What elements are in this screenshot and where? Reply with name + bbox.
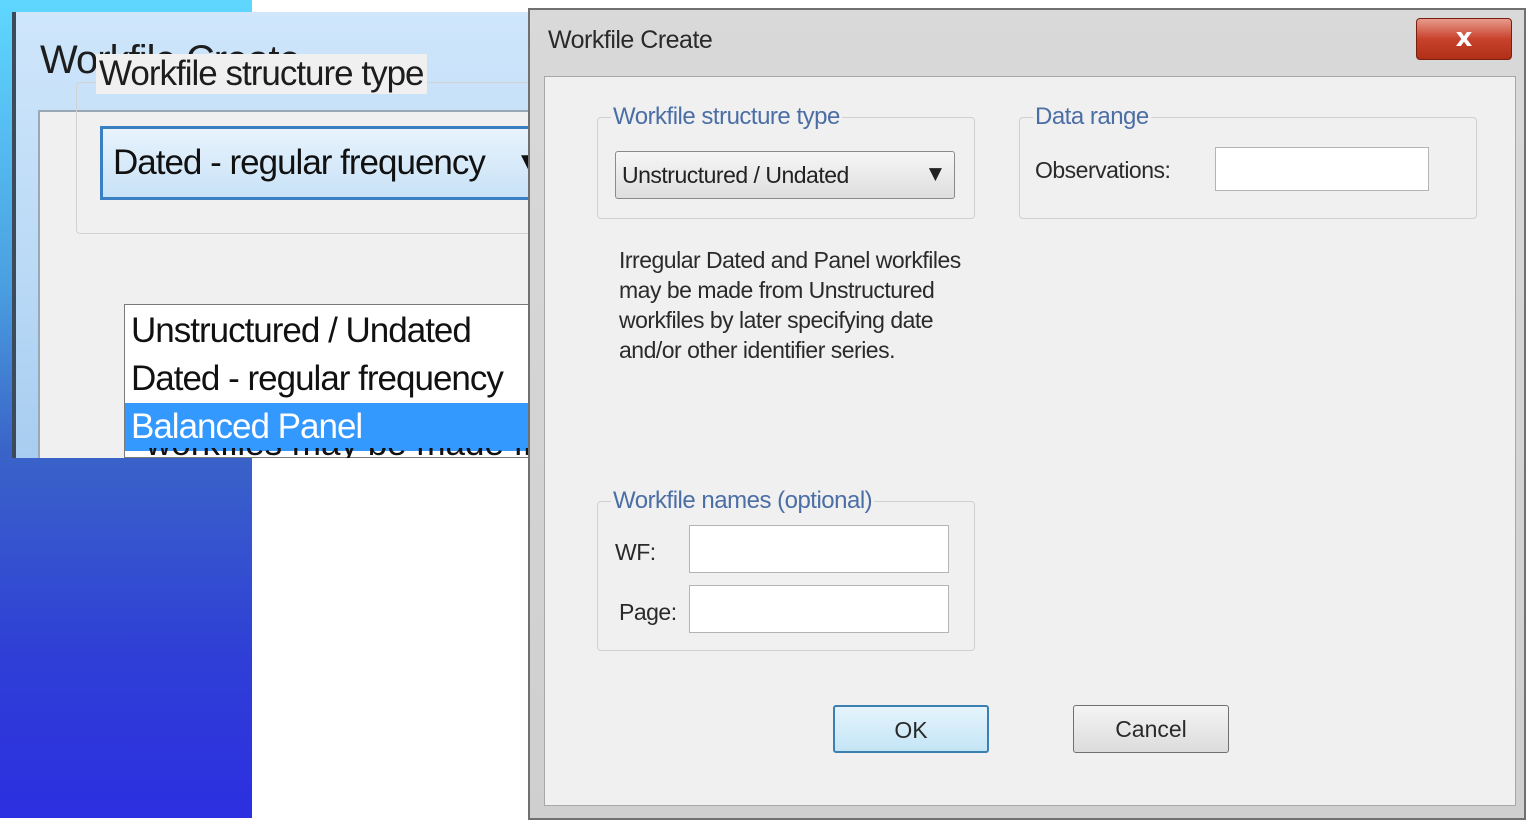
dropdown-option-balanced-panel[interactable]: Balanced Panel — [125, 403, 545, 451]
wf-input[interactable] — [689, 525, 949, 573]
page-input[interactable] — [689, 585, 949, 633]
zoomed-dropdown-list: Unstructured / Undated Dated - regular f… — [124, 304, 546, 458]
chevron-down-icon: ▼ — [928, 164, 942, 184]
cancel-button[interactable]: Cancel — [1073, 705, 1229, 753]
structure-type-group-label: Workfile structure type — [611, 103, 842, 131]
zoomed-dialog: Workfile Create Workfile structure type … — [12, 12, 546, 458]
dialog-body: Workfile structure type Unstructured / U… — [544, 76, 1516, 806]
structure-note: Irregular Dated and Panel workfiles may … — [619, 247, 961, 363]
observations-label: Observations: — [1035, 157, 1171, 183]
zoomed-structure-group-label: Workfile structure type — [96, 54, 427, 94]
workfile-create-dialog: Workfile Create x Workfile structure typ… — [528, 8, 1526, 820]
zoomed-partial-text-content: workfiles may be made from — [146, 448, 546, 458]
zoomed-structure-combo[interactable]: Dated - regular frequency ▼ — [100, 126, 541, 200]
observations-input[interactable] — [1215, 147, 1429, 191]
dropdown-option-dated[interactable]: Dated - regular frequency — [125, 355, 545, 403]
structure-type-value: Unstructured / Undated — [622, 162, 849, 188]
dropdown-option-unstructured[interactable]: Unstructured / Undated — [125, 307, 545, 355]
ok-button[interactable]: OK — [833, 705, 989, 753]
zoomed-partial-text: workfiles may be made from — [146, 448, 546, 458]
zoomed-combo-value: Dated - regular frequency — [113, 143, 486, 182]
page-label: Page: — [619, 599, 677, 625]
close-icon: x — [1455, 23, 1473, 53]
close-button[interactable]: x — [1416, 18, 1512, 60]
dialog-title: Workfile Create — [548, 26, 713, 54]
wf-label: WF: — [615, 539, 656, 565]
workfile-names-group-label: Workfile names (optional) — [611, 487, 875, 515]
structure-type-combo[interactable]: Unstructured / Undated ▼ — [615, 151, 955, 199]
data-range-group-label: Data range — [1033, 103, 1151, 131]
